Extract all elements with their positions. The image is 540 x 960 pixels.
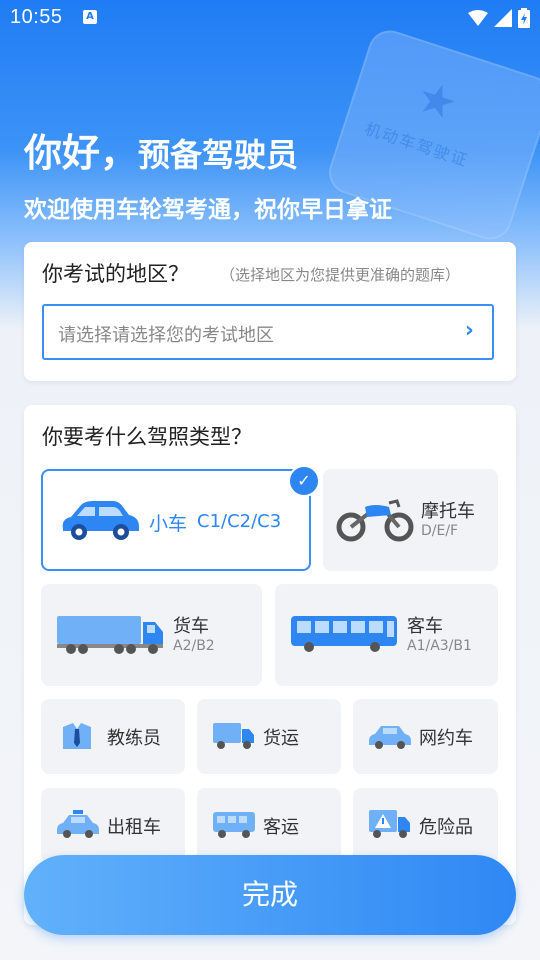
chevron-right-icon: › xyxy=(464,318,474,343)
greeting-title-main: 你好， xyxy=(24,131,139,175)
status-icons xyxy=(468,8,530,28)
wifi-icon xyxy=(468,10,488,26)
checkmark-icon: ✓ xyxy=(288,465,320,497)
region-select-field[interactable]: 请选择请选择您的考试地区 › xyxy=(42,304,494,360)
battery-icon xyxy=(518,8,530,28)
option-label: 教练员 xyxy=(107,728,161,749)
option-label: 摩托车 xyxy=(421,501,475,522)
car-icon xyxy=(62,501,139,540)
region-placeholder: 请选择请选择您的考试地区 xyxy=(58,325,274,346)
license-option-ride-hailing[interactable]: 网约车 xyxy=(353,699,498,774)
option-code: C1/C2/C3 xyxy=(197,511,282,532)
license-option-taxi[interactable]: 出租车 xyxy=(41,788,185,863)
taxi-icon xyxy=(57,810,99,838)
freight-truck-icon xyxy=(213,723,254,749)
region-card: 你考试的地区？ （选择地区为您提供更准确的题库） 请选择请选择您的考试地区 › xyxy=(24,242,516,381)
option-label: 出租车 xyxy=(107,817,161,838)
star-icon: ★ xyxy=(410,70,464,132)
option-code: D/E/F xyxy=(421,523,459,539)
motorcycle-icon xyxy=(336,499,414,542)
option-code: A2/B2 xyxy=(173,638,215,654)
passenger-bus-icon xyxy=(213,812,255,838)
license-option-instructor[interactable]: 教练员 xyxy=(41,699,185,774)
done-button[interactable]: 完成 xyxy=(24,855,516,935)
license-option-car[interactable]: 小车 C1/C2/C3 ✓ xyxy=(41,465,320,571)
signal-icon xyxy=(494,9,512,27)
ride-hailing-car-icon xyxy=(369,726,411,749)
option-code: A1/A3/B1 xyxy=(407,638,472,654)
option-label: 客车 xyxy=(407,616,443,637)
instructor-icon xyxy=(63,723,91,749)
option-label: 网约车 xyxy=(419,728,473,749)
license-option-passenger[interactable]: 客运 xyxy=(197,788,341,863)
license-option-motorcycle[interactable]: 摩托车 D/E/F xyxy=(323,469,498,571)
greeting-subtitle: 欢迎使用车轮驾考通，祝你早日拿证 xyxy=(24,197,392,223)
notification-app-icon: A xyxy=(83,10,97,24)
region-hint: （选择地区为您提供更准确的题库） xyxy=(220,266,461,284)
option-label: 客运 xyxy=(263,817,299,838)
truck-icon xyxy=(57,616,163,654)
license-type-card: 你要考什么驾照类型？ 小车 C1/C2/C3 ✓ 摩托车 D/E/F 货车 A2… xyxy=(24,405,516,925)
license-option-bus[interactable]: 客车 A1/A3/B1 xyxy=(275,584,498,686)
license-option-hazmat[interactable]: 危险品 xyxy=(353,788,498,863)
greeting-title: 你好，预备驾驶员 xyxy=(24,130,392,178)
hazmat-truck-icon xyxy=(369,810,410,838)
license-type-title: 你要考什么驾照类型？ xyxy=(42,425,252,449)
option-label: 货运 xyxy=(263,728,299,749)
bus-icon xyxy=(291,616,397,652)
license-option-truck[interactable]: 货车 A2/B2 xyxy=(41,584,262,686)
region-title: 你考试的地区？ xyxy=(42,262,189,286)
status-bar: 10:55 A xyxy=(0,0,540,36)
option-label: 危险品 xyxy=(419,817,473,838)
license-option-freight[interactable]: 货运 xyxy=(197,699,341,774)
option-label: 货车 xyxy=(173,616,209,637)
status-time: 10:55 xyxy=(10,6,63,28)
option-label: 小车 xyxy=(149,513,188,535)
greeting: 你好，预备驾驶员 欢迎使用车轮驾考通，祝你早日拿证 xyxy=(24,130,392,224)
greeting-title-rest: 预备驾驶员 xyxy=(138,136,299,174)
